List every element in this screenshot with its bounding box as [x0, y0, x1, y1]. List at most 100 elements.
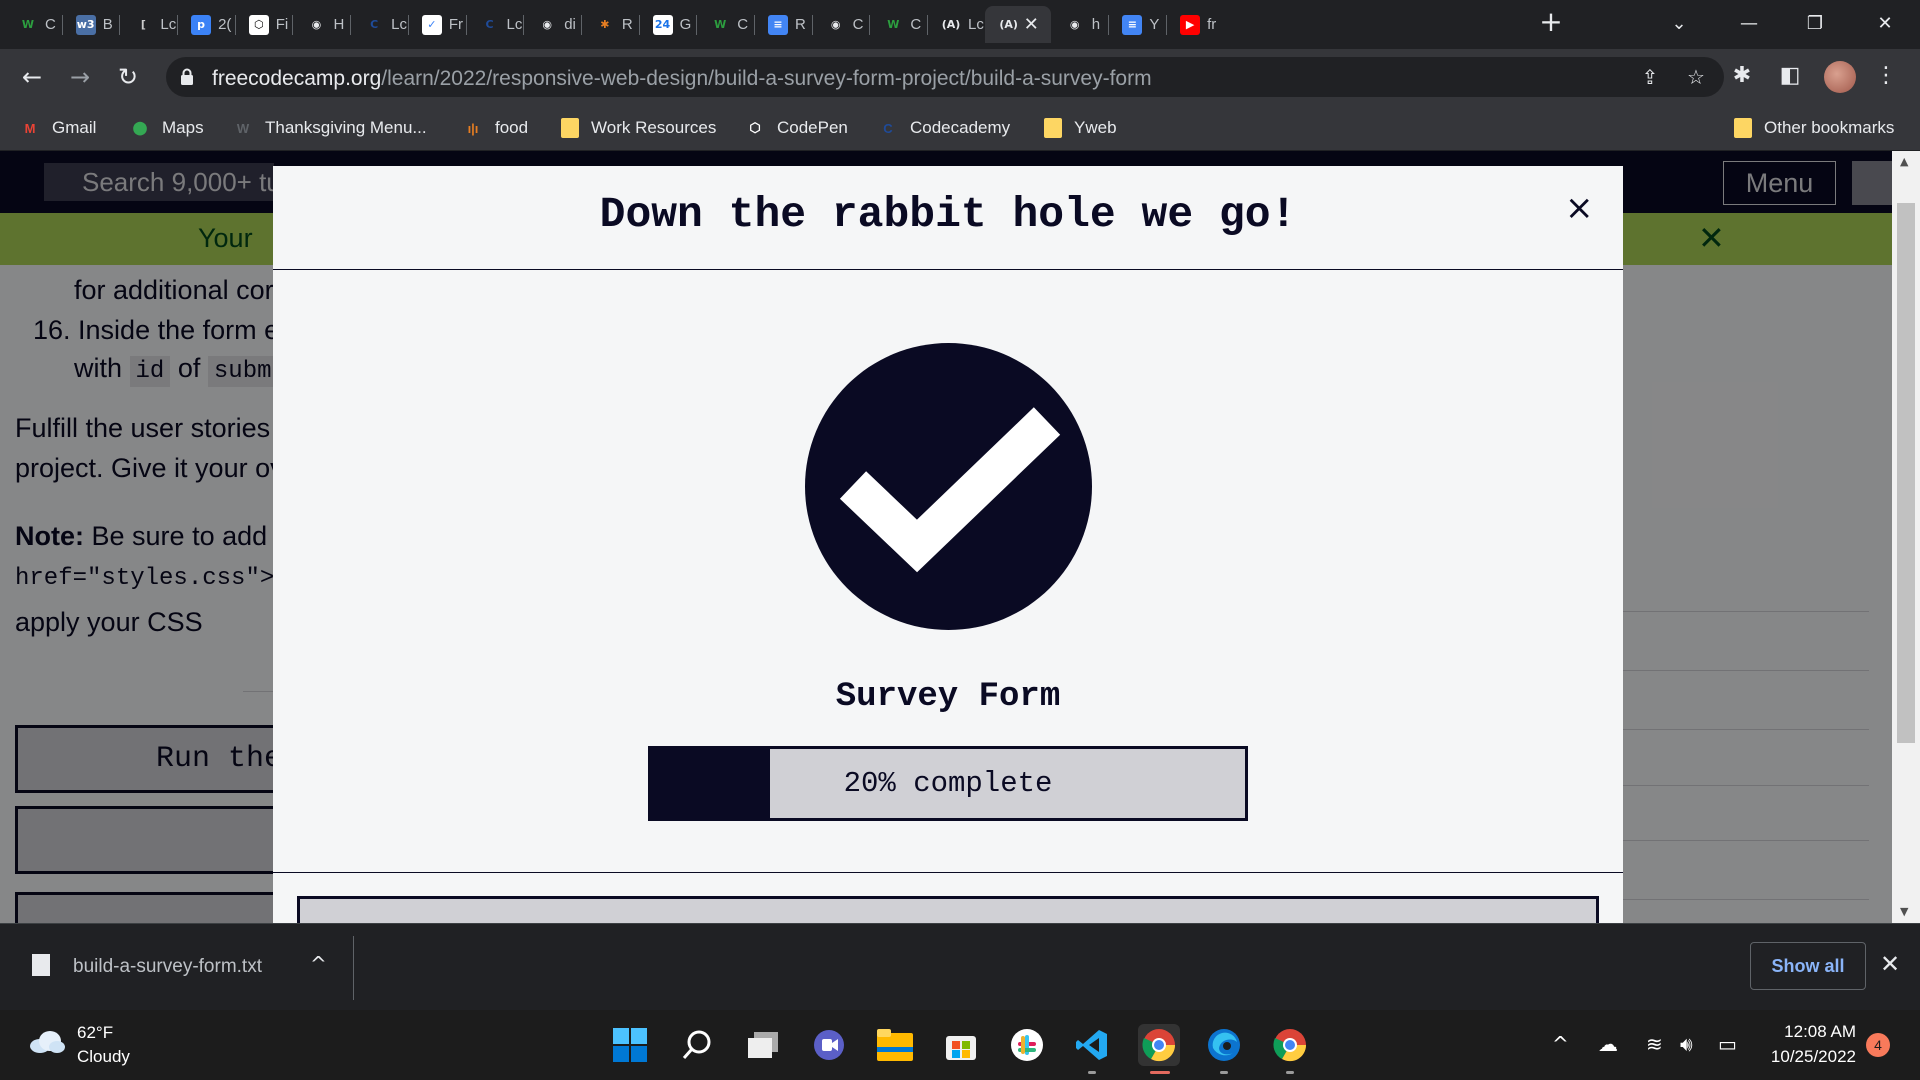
bookmark-item[interactable]: Yweb: [1044, 115, 1117, 141]
clock-time[interactable]: 12:08 AM: [1782, 1022, 1856, 1042]
wix-icon: W: [236, 120, 250, 136]
tab-active[interactable]: (A) ✕: [984, 6, 1051, 43]
tab[interactable]: ✓ Fr: [407, 6, 466, 43]
maps-icon: ⬤: [132, 120, 148, 135]
edge-icon[interactable]: [1205, 1026, 1243, 1064]
tab[interactable]: ◉ H: [292, 6, 350, 43]
close-download-shelf-icon[interactable]: ✕: [1880, 950, 1900, 978]
page-scrollbar[interactable]: ▲ ▼: [1892, 151, 1920, 923]
microsoft-store-icon[interactable]: [942, 1026, 980, 1064]
submit-and-go-button[interactable]: [297, 896, 1599, 923]
bookmark-star-icon[interactable]: ☆: [1684, 65, 1708, 89]
reload-icon[interactable]: ↻: [112, 61, 144, 93]
running-indicator-active: [1150, 1071, 1170, 1074]
tab-title: G: [679, 16, 692, 33]
tab[interactable]: p 2(: [177, 6, 235, 43]
minimize-button[interactable]: —: [1726, 6, 1772, 40]
tab-favicon-icon: ≡: [1122, 14, 1143, 35]
chevron-up-icon[interactable]: ^: [310, 952, 327, 976]
teams-chat-icon[interactable]: [810, 1026, 848, 1064]
tab-close-icon[interactable]: ✕: [1024, 14, 1039, 35]
bookmark-label: Other bookmarks: [1764, 118, 1895, 137]
close-window-button[interactable]: ✕: [1862, 6, 1908, 40]
cloud-icon[interactable]: [28, 1030, 66, 1054]
clock-date[interactable]: 10/25/2022: [1762, 1047, 1856, 1067]
scroll-up-arrow-icon[interactable]: ▲: [1900, 155, 1912, 168]
volume-icon[interactable]: 🔊︎: [1680, 1032, 1693, 1056]
bookmark-label: food: [495, 118, 529, 137]
tab-list: W Cw3 B[Lc p 2(⬡ Fi ◉ H C Lc ✓ Fr C Lc ◉ di ✱ R 24 G W C ≡ R ◉ C W…: [4, 6, 1224, 43]
lock-icon[interactable]: [180, 68, 194, 86]
tab-favicon-icon: 24: [652, 14, 673, 35]
tab[interactable]: ≡ Y: [1108, 6, 1166, 43]
bookmark-other-bookmarks[interactable]: Other bookmarks: [1734, 115, 1894, 141]
scrollbar-thumb[interactable]: [1897, 203, 1915, 743]
tab-title: di: [564, 16, 576, 33]
tab-favicon-icon: ⬡: [248, 14, 269, 35]
forward-arrow-icon[interactable]: →: [64, 61, 96, 93]
task-view-icon[interactable]: [744, 1026, 782, 1064]
modal-close-icon[interactable]: ×: [1565, 188, 1594, 228]
tab[interactable]: ▶ fr: [1166, 6, 1224, 43]
bookmark-item[interactable]: ⬤ Maps: [130, 115, 204, 141]
download-file-name[interactable]: build-a-survey-form.txt: [73, 956, 262, 978]
share-icon[interactable]: ⇪: [1638, 65, 1662, 89]
tab-title: C: [737, 16, 749, 33]
web-page: Search 9,000+ tu Menu Your ✕ for additio…: [0, 151, 1920, 923]
tab[interactable]: ◉ h: [1051, 6, 1109, 43]
tab[interactable]: [Lc: [119, 6, 177, 43]
slack-icon[interactable]: [1008, 1026, 1046, 1064]
bookmark-item[interactable]: Work Resources: [561, 115, 716, 141]
windows-start-icon[interactable]: [611, 1026, 649, 1064]
tab-title: h: [1091, 16, 1101, 33]
side-panel-icon[interactable]: ◧: [1776, 63, 1804, 91]
back-arrow-icon[interactable]: ←: [16, 61, 48, 93]
notification-badge[interactable]: 4: [1866, 1033, 1890, 1057]
bookmark-item[interactable]: ı|ı food: [463, 115, 529, 141]
running-indicator: [1286, 1071, 1294, 1074]
chrome-menu-icon[interactable]: ⋮: [1872, 63, 1900, 91]
show-all-button[interactable]: Show all: [1750, 942, 1866, 990]
vscode-icon[interactable]: [1073, 1026, 1111, 1064]
tab[interactable]: ✱ R: [580, 6, 639, 43]
bookmark-item[interactable]: C Codecademy: [878, 115, 1010, 141]
food-icon: ı|ı: [467, 120, 479, 136]
wifi-icon[interactable]: ≋: [1646, 1032, 1663, 1056]
tab[interactable]: C Lc: [465, 6, 524, 43]
chrome-taskbar-icon-active[interactable]: [1138, 1024, 1180, 1066]
bookmark-item[interactable]: W Thanksgiving Menu...: [233, 115, 427, 141]
bookmark-label: Maps: [162, 118, 204, 137]
restore-button[interactable]: ❐: [1792, 6, 1838, 40]
tab[interactable]: 24 G: [638, 6, 697, 43]
onedrive-cloud-icon[interactable]: ☁: [1598, 1032, 1618, 1056]
completion-modal: Down the rabbit hole we go! × Survey For…: [273, 166, 1623, 923]
tab[interactable]: ◉ C: [811, 6, 870, 43]
address-bar[interactable]: freecodecamp.org/learn/2022/responsive-w…: [166, 57, 1724, 97]
scroll-down-arrow-icon[interactable]: ▼: [1900, 905, 1912, 918]
show-hidden-icons-chevron-icon[interactable]: ^: [1552, 1032, 1569, 1056]
url-text[interactable]: freecodecamp.org/learn/2022/responsive-w…: [212, 67, 1152, 91]
tab-title: Lc: [160, 16, 177, 33]
tab[interactable]: C Lc: [350, 6, 408, 43]
bookmark-item[interactable]: ⬡ CodePen: [745, 115, 848, 141]
file-explorer-icon[interactable]: [876, 1026, 914, 1064]
extensions-puzzle-icon[interactable]: ✱: [1728, 63, 1756, 91]
tab[interactable]: ≡ R: [753, 6, 812, 43]
tab[interactable]: WC: [4, 6, 62, 43]
bookmark-label: Yweb: [1074, 118, 1117, 137]
tab[interactable]: WC: [869, 6, 927, 43]
tab[interactable]: w3 B: [61, 6, 120, 43]
tab[interactable]: ◉ di: [523, 6, 581, 43]
tab[interactable]: WC: [696, 6, 754, 43]
chrome-icon[interactable]: [1271, 1026, 1309, 1064]
new-tab-button[interactable]: +: [1536, 8, 1566, 38]
weather-temperature[interactable]: 62°F: [77, 1023, 113, 1043]
weather-description[interactable]: Cloudy: [77, 1047, 130, 1067]
profile-avatar[interactable]: [1824, 61, 1856, 93]
search-icon[interactable]: [678, 1026, 716, 1064]
tab-search-chevron-icon[interactable]: ⌄: [1656, 6, 1702, 40]
battery-icon[interactable]: ▭: [1718, 1032, 1737, 1056]
bookmark-item[interactable]: M Gmail: [20, 115, 97, 141]
tab[interactable]: (A) Lc: [927, 6, 985, 43]
tab[interactable]: ⬡ Fi: [234, 6, 293, 43]
